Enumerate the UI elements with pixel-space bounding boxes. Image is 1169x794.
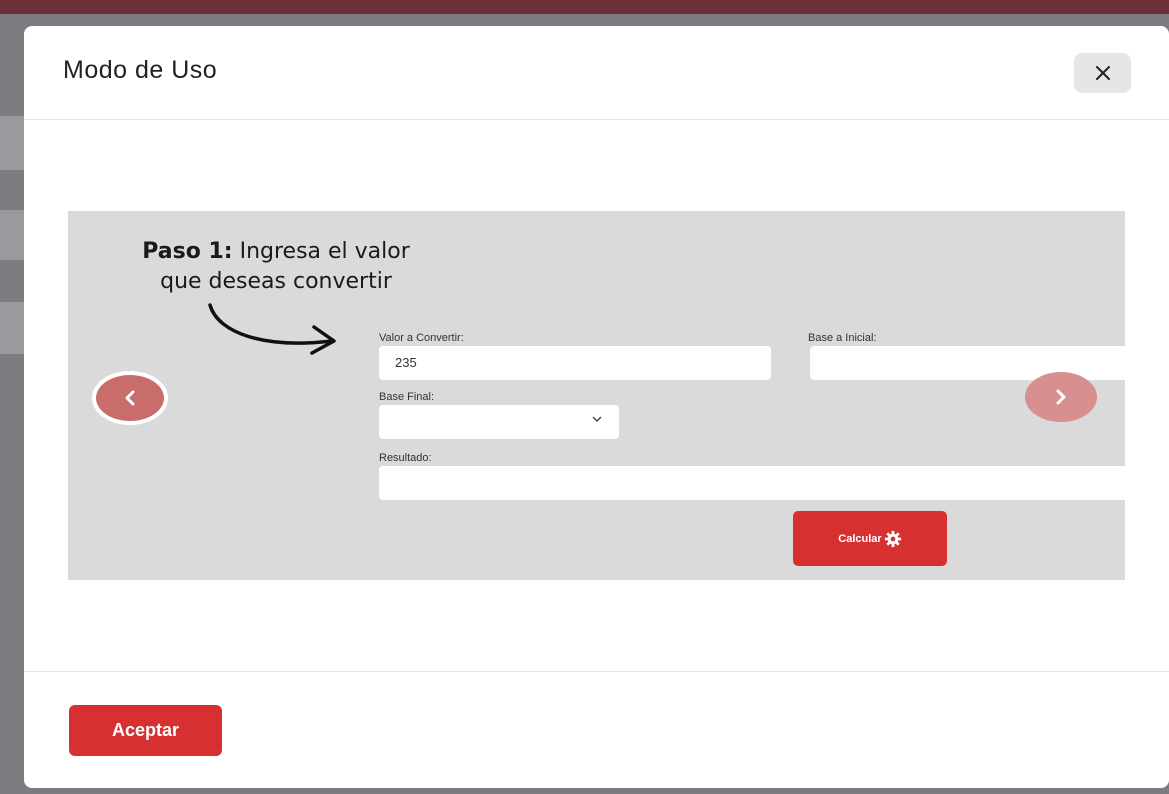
base-final-select[interactable] [379, 405, 619, 439]
resultado-output[interactable] [379, 466, 1125, 500]
chevron-down-icon [592, 416, 602, 422]
valor-label: Valor a Convertir: [379, 332, 464, 344]
chevron-left-icon [125, 390, 135, 406]
close-button[interactable] [1074, 53, 1131, 93]
curved-arrow-icon [208, 303, 336, 355]
base-inicial-label: Base a Inicial: [808, 332, 877, 344]
carousel-slide: Paso 1: Ingresa el valor que deseas conv… [68, 211, 1125, 580]
resultado-label: Resultado: [379, 452, 432, 464]
modal-title: Modo de Uso [63, 56, 218, 84]
calcular-button[interactable]: Calcular [793, 511, 947, 566]
step-text-line2: que deseas convertir [160, 269, 392, 294]
accept-button[interactable]: Aceptar [69, 705, 222, 756]
calcular-label: Calcular [838, 532, 882, 545]
gear-icon [884, 530, 901, 547]
backdrop-top-bar [0, 0, 1169, 14]
usage-modal: Modo de Uso Paso 1: Ingresa el valor que… [24, 26, 1169, 788]
close-icon [1095, 66, 1110, 80]
valor-input[interactable]: 235 [379, 346, 771, 380]
step-instruction: Paso 1: Ingresa el valor que deseas conv… [106, 237, 446, 297]
step-label: Paso 1: [142, 239, 233, 264]
step-text-line1: Ingresa el valor [239, 239, 410, 264]
modal-header: Modo de Uso [24, 26, 1169, 120]
base-final-label: Base Final: [379, 391, 435, 403]
chevron-right-icon [1056, 389, 1066, 405]
carousel-next-button[interactable] [1025, 372, 1097, 422]
carousel-prev-button[interactable] [92, 371, 168, 425]
modal-footer: Aceptar [24, 671, 1169, 788]
